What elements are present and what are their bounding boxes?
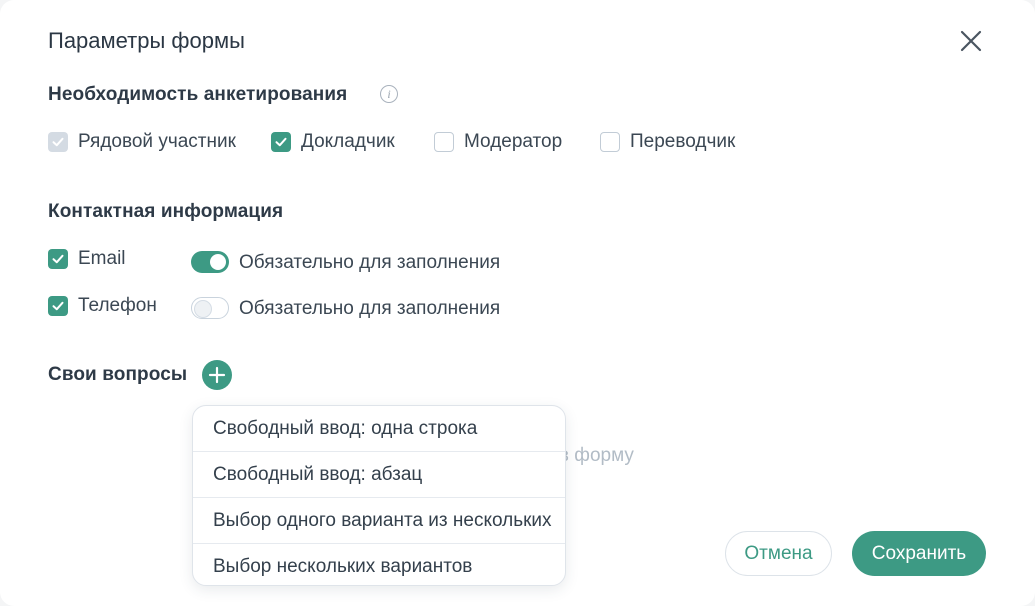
cancel-button[interactable]: Отмена: [725, 531, 832, 576]
contact-email-option[interactable]: Email: [48, 248, 126, 270]
menu-item-paragraph[interactable]: Свободный ввод: абзац: [193, 452, 565, 498]
custom-questions-title: Свои вопросы: [48, 364, 188, 385]
phone-required-toggle[interactable]: [191, 297, 229, 319]
save-button[interactable]: Сохранить: [852, 531, 986, 576]
checkbox-checked[interactable]: [48, 296, 68, 316]
dialog-title: Параметры формы: [48, 28, 245, 53]
checkbox-checked[interactable]: [48, 249, 68, 269]
phone-required-label: Обязательно для заполнения: [239, 298, 501, 319]
menu-item-single-choice[interactable]: Выбор одного варианта из нескольких: [193, 498, 565, 544]
survey-option-label: Переводчик: [630, 131, 736, 152]
checkbox-unchecked[interactable]: [434, 132, 454, 152]
info-icon[interactable]: i: [380, 85, 398, 103]
contact-email-label: Email: [78, 248, 126, 269]
checkbox-checked[interactable]: [271, 132, 291, 152]
contact-phone-label: Телефон: [78, 295, 157, 316]
add-question-button[interactable]: [202, 360, 232, 390]
close-icon[interactable]: [956, 26, 986, 56]
survey-option-speaker[interactable]: Докладчик: [271, 131, 395, 153]
email-required-toggle[interactable]: [191, 251, 229, 273]
survey-option-regular[interactable]: Рядовой участник: [48, 131, 236, 153]
survey-option-label: Модератор: [464, 131, 563, 152]
survey-section-title: Необходимость анкетирования: [48, 84, 348, 105]
survey-option-moderator[interactable]: Модератор: [434, 131, 562, 153]
contact-phone-option[interactable]: Телефон: [48, 295, 157, 317]
survey-option-label: Докладчик: [301, 131, 395, 152]
checkbox-disabled: [48, 132, 68, 152]
checkbox-unchecked[interactable]: [600, 132, 620, 152]
plus-icon: [208, 366, 226, 384]
menu-item-multiple-choice[interactable]: Выбор нескольких вариантов: [193, 544, 565, 585]
survey-option-translator[interactable]: Переводчик: [600, 131, 735, 153]
form-settings-dialog: Параметры формы Необходимость анкетирова…: [0, 0, 1035, 606]
email-required-label: Обязательно для заполнения: [239, 252, 501, 273]
menu-item-single-line[interactable]: Свободный ввод: одна строка: [193, 406, 565, 452]
survey-option-label: Рядовой участник: [78, 131, 236, 152]
contact-section-title: Контактная информация: [48, 201, 284, 222]
question-type-menu: Свободный ввод: одна строка Свободный вв…: [192, 405, 566, 586]
